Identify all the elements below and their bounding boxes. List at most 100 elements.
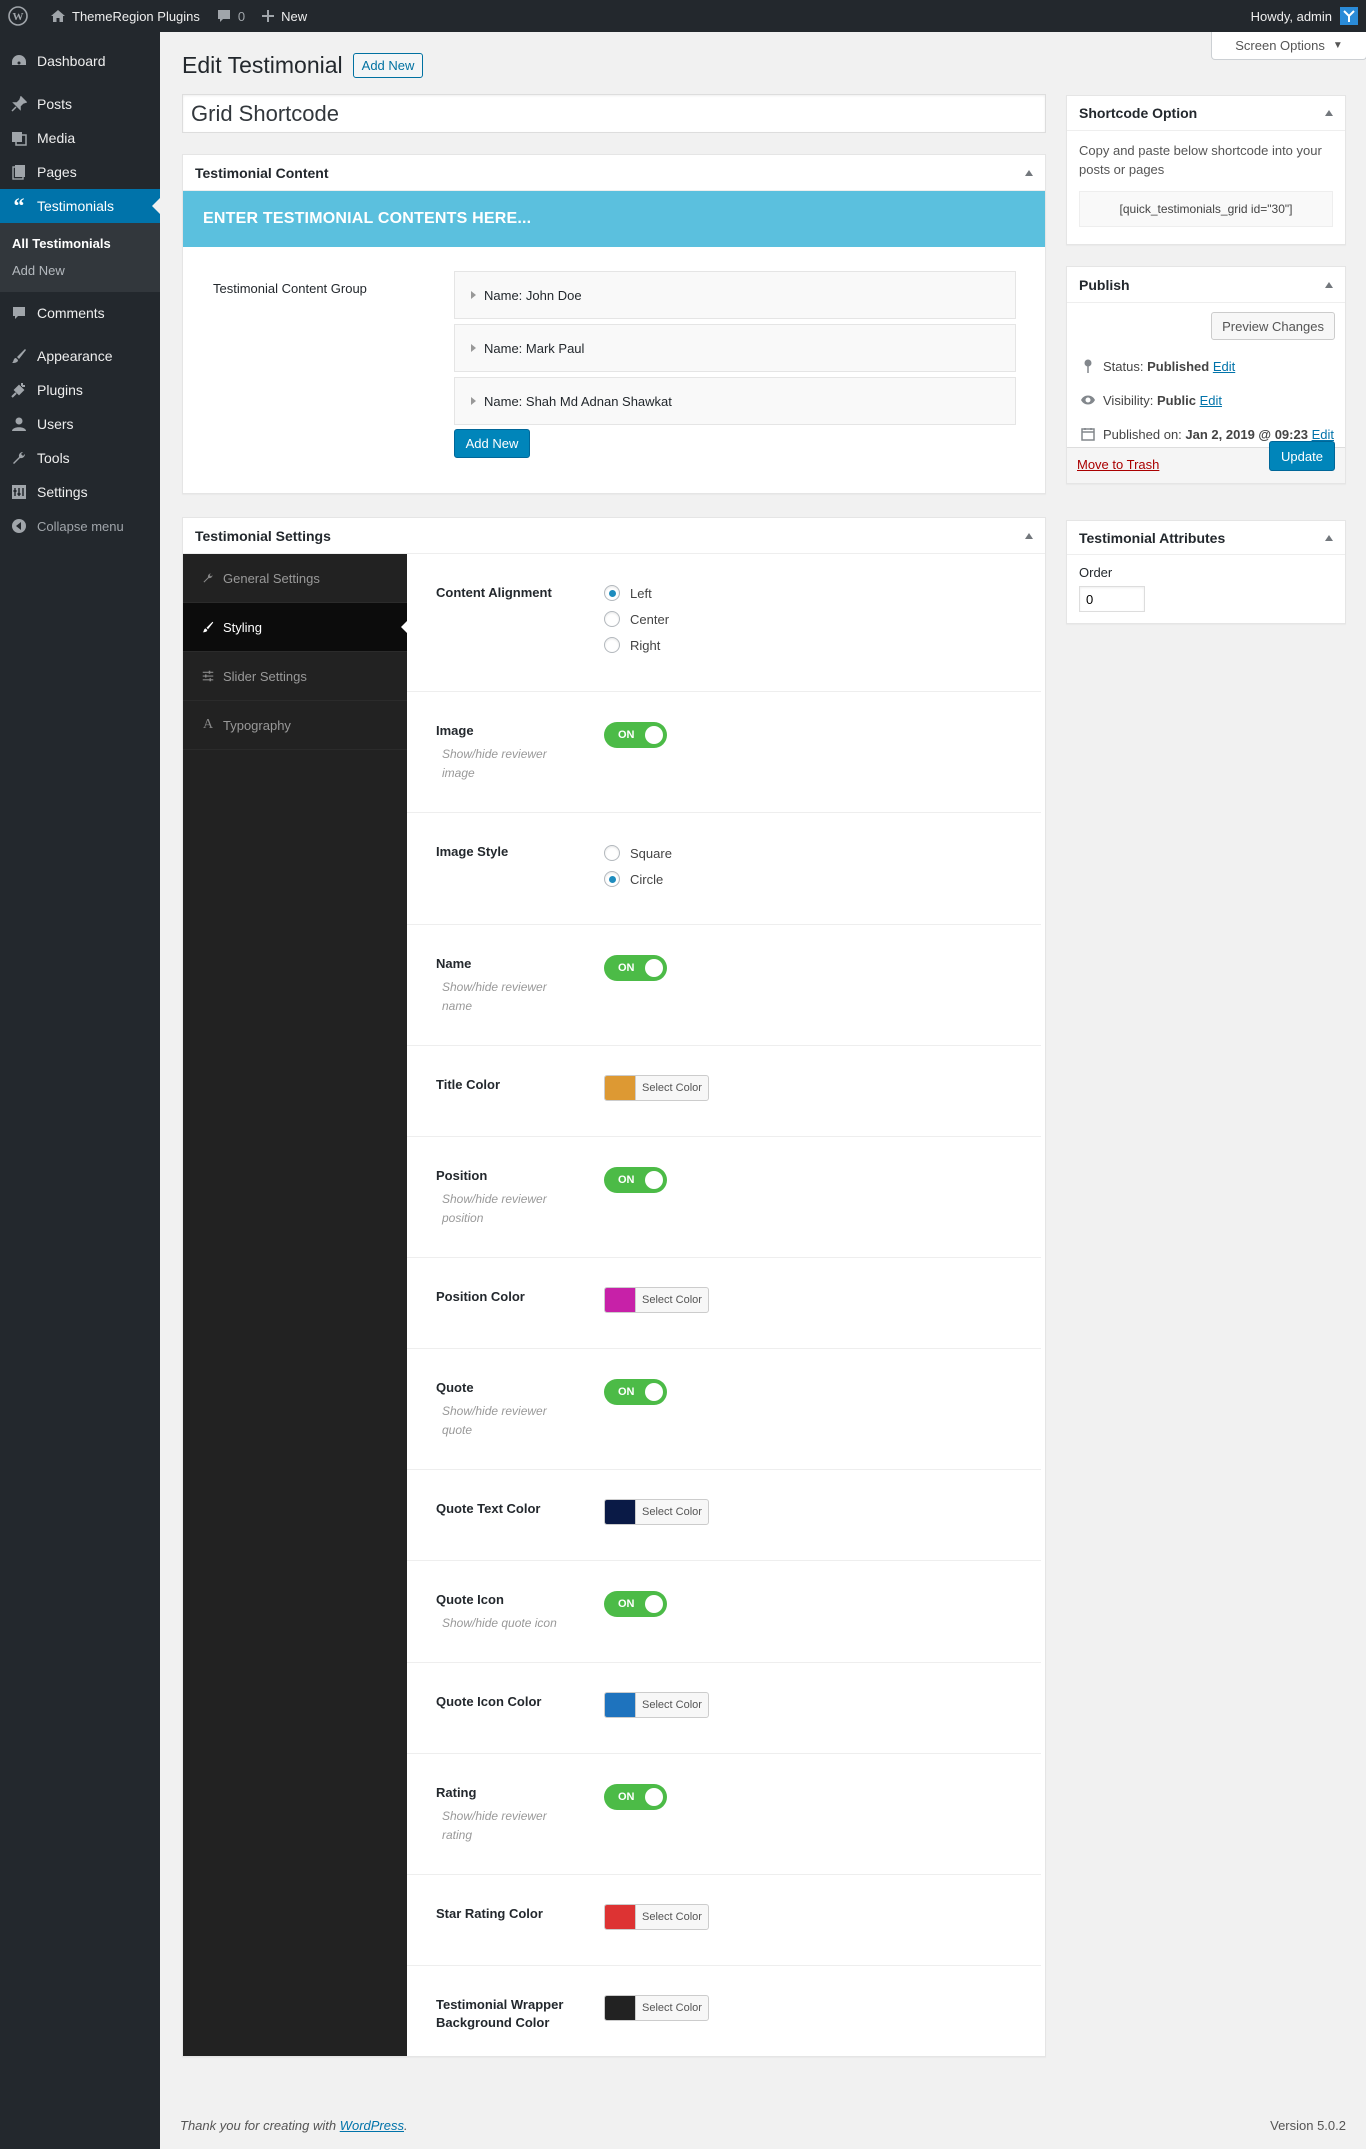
image-toggle[interactable]: ON: [604, 722, 667, 748]
order-input[interactable]: [1079, 586, 1145, 612]
sidebar-item-settings[interactable]: Settings: [0, 475, 160, 509]
sidebar-item-label: Collapse menu: [37, 518, 124, 534]
color-swatch: [605, 1693, 635, 1717]
select-color-button[interactable]: Select Color: [635, 1905, 708, 1929]
title-color-picker[interactable]: Select Color: [604, 1075, 709, 1101]
radio-button[interactable]: [604, 845, 620, 861]
move-to-trash-link[interactable]: Move to Trash: [1077, 457, 1159, 472]
edit-date-link[interactable]: Edit: [1312, 427, 1334, 442]
post-title-input[interactable]: [182, 94, 1046, 133]
toggle-knob: [645, 959, 663, 977]
testimonial-settings-header[interactable]: Testimonial Settings: [183, 518, 1045, 554]
tab-general-settings[interactable]: General Settings: [183, 554, 407, 603]
collapse-arrow-icon[interactable]: [1325, 110, 1333, 116]
toggle-knob: [645, 1595, 663, 1613]
edit-status-link[interactable]: Edit: [1213, 359, 1235, 374]
radio-circle[interactable]: Circle: [604, 866, 672, 892]
screen-options-button[interactable]: Screen Options ▼: [1211, 32, 1366, 60]
tab-label: Slider Settings: [223, 668, 307, 684]
select-color-button[interactable]: Select Color: [635, 1500, 708, 1524]
collapse-menu-button[interactable]: Collapse menu: [0, 509, 160, 543]
site-name-link[interactable]: ThemeRegion Plugins: [42, 0, 208, 32]
quote-icon-color-picker[interactable]: Select Color: [604, 1692, 709, 1718]
radio-button[interactable]: [604, 637, 620, 653]
preview-changes-button[interactable]: Preview Changes: [1211, 312, 1335, 340]
select-color-button[interactable]: Select Color: [635, 1996, 708, 2020]
select-color-button[interactable]: Select Color: [635, 1693, 708, 1717]
wordpress-link[interactable]: WordPress: [340, 2118, 404, 2133]
tab-typography[interactable]: A Typography: [183, 701, 407, 750]
wrapper-background-color-picker[interactable]: Select Color: [604, 1995, 709, 2021]
position-color-picker[interactable]: Select Color: [604, 1287, 709, 1313]
sidebar-item-posts[interactable]: Posts: [0, 87, 160, 121]
sidebar-item-media[interactable]: Media: [0, 121, 160, 155]
testimonial-content-header[interactable]: Testimonial Content: [183, 155, 1045, 191]
sidebar-item-pages[interactable]: Pages: [0, 155, 160, 189]
add-new-button[interactable]: Add New: [352, 53, 424, 78]
radio-button[interactable]: [604, 611, 620, 627]
quote-text-color-picker[interactable]: Select Color: [604, 1499, 709, 1525]
setting-label: Quote: [436, 1380, 474, 1395]
submenu-add-new[interactable]: Add New: [0, 257, 160, 284]
setting-label: Name: [436, 956, 472, 971]
radio-button[interactable]: [604, 585, 620, 601]
settings-icon: [9, 482, 29, 502]
select-color-button[interactable]: Select Color: [635, 1076, 708, 1100]
wordpress-logo-icon[interactable]: W: [0, 0, 42, 32]
testimonials-submenu: All Testimonials Add New: [0, 223, 160, 292]
quote-icon-toggle[interactable]: ON: [604, 1591, 667, 1617]
tab-slider-settings[interactable]: Slider Settings: [183, 652, 407, 701]
radio-center[interactable]: Center: [604, 606, 669, 632]
setting-position-color: Position Color Select Color: [407, 1258, 1041, 1349]
sidebar-item-users[interactable]: Users: [0, 407, 160, 441]
setting-label: Quote Icon: [436, 1592, 504, 1607]
accordion-item[interactable]: Name: Mark Paul: [454, 324, 1016, 372]
add-content-item-button[interactable]: Add New: [454, 429, 530, 458]
accordion-item[interactable]: Name: Shah Md Adnan Shawkat: [454, 377, 1016, 425]
testimonial-attributes-header[interactable]: Testimonial Attributes: [1067, 521, 1345, 555]
setting-label: Image Style: [436, 844, 509, 859]
star-rating-color-picker[interactable]: Select Color: [604, 1904, 709, 1930]
sidebar-item-tools[interactable]: Tools: [0, 441, 160, 475]
radio-right[interactable]: Right: [604, 632, 669, 658]
collapse-icon: [9, 516, 29, 536]
radio-left[interactable]: Left: [604, 580, 669, 606]
submenu-all-testimonials[interactable]: All Testimonials: [0, 230, 160, 257]
my-account-link[interactable]: Howdy, admin: [1243, 0, 1366, 32]
setting-label: Rating: [436, 1785, 477, 1800]
shortcode-field[interactable]: [quick_testimonials_grid id="30"]: [1079, 191, 1333, 227]
new-content-link[interactable]: New: [253, 0, 315, 32]
collapse-arrow-icon[interactable]: [1025, 532, 1033, 539]
accordion-item[interactable]: Name: John Doe: [454, 271, 1016, 319]
tab-label: General Settings: [223, 570, 320, 586]
rating-toggle[interactable]: ON: [604, 1784, 667, 1810]
name-toggle[interactable]: ON: [604, 955, 667, 981]
sidebar-item-label: Settings: [37, 484, 88, 500]
sidebar-item-dashboard[interactable]: Dashboard: [0, 44, 160, 78]
toggle-state: ON: [618, 1791, 635, 1803]
setting-label: Content Alignment: [436, 585, 552, 600]
caret-right-icon: [471, 397, 476, 405]
update-button[interactable]: Update: [1269, 441, 1335, 471]
quote-icon: “: [13, 193, 25, 218]
collapse-arrow-icon[interactable]: [1325, 281, 1333, 288]
tab-styling[interactable]: Styling: [183, 603, 407, 652]
radio-square[interactable]: Square: [604, 840, 672, 866]
radio-button[interactable]: [604, 871, 620, 887]
sidebar-item-appearance[interactable]: Appearance: [0, 339, 160, 373]
sidebar-item-testimonials[interactable]: “ Testimonials: [0, 189, 160, 223]
sidebar-item-comments[interactable]: Comments: [0, 296, 160, 330]
sidebar-item-plugins[interactable]: Plugins: [0, 373, 160, 407]
select-color-button[interactable]: Select Color: [635, 1288, 708, 1312]
publish-header[interactable]: Publish: [1067, 267, 1345, 303]
comments-link[interactable]: 0: [208, 0, 253, 32]
setting-quote: Quote Show/hide reviewer quote ON: [407, 1349, 1041, 1470]
collapse-arrow-icon[interactable]: [1025, 169, 1033, 176]
site-name: ThemeRegion Plugins: [72, 8, 200, 24]
edit-visibility-link[interactable]: Edit: [1200, 393, 1222, 408]
position-toggle[interactable]: ON: [604, 1167, 667, 1193]
brush-icon: [201, 621, 215, 633]
quote-toggle[interactable]: ON: [604, 1379, 667, 1405]
shortcode-option-header[interactable]: Shortcode Option: [1067, 96, 1345, 131]
collapse-arrow-icon[interactable]: [1325, 534, 1333, 541]
